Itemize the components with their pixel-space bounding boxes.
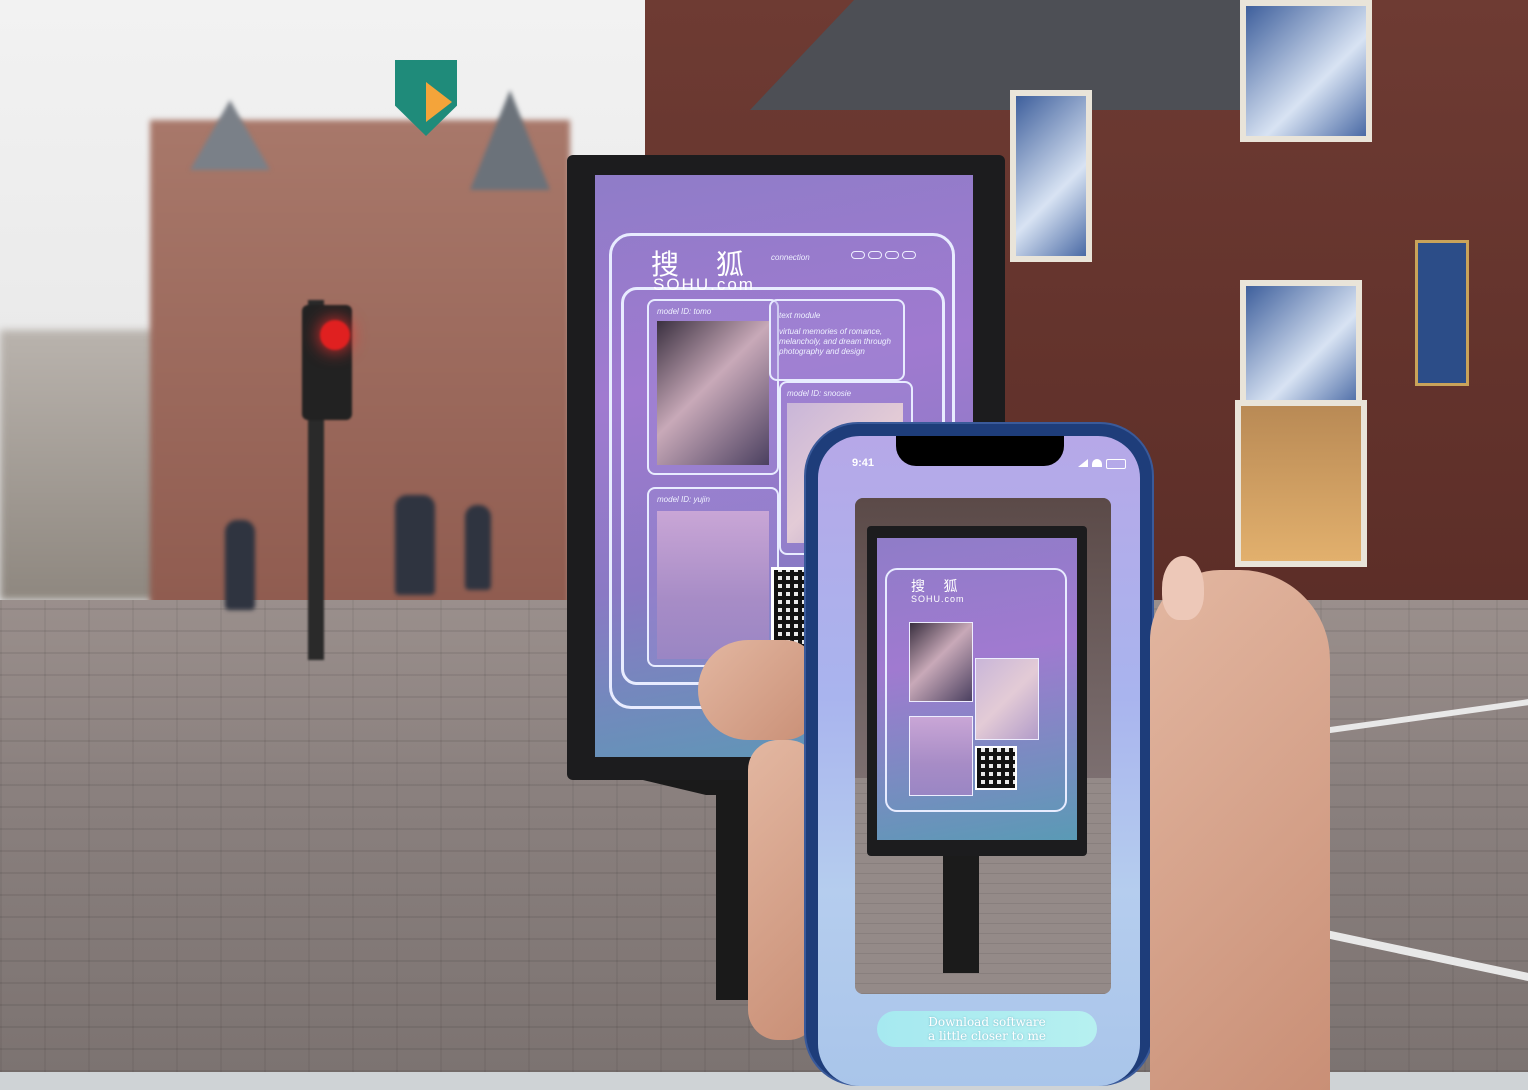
model-label: model ID: yujin (657, 495, 710, 504)
pedestrian (465, 505, 491, 590)
red-light (320, 320, 350, 350)
status-icons (1078, 459, 1126, 469)
text-module-body: virtual memories of romance, melancholy,… (779, 327, 891, 356)
camera-logo-english: SOHU.com (911, 594, 965, 604)
text-module-card: text module virtual memories of romance,… (769, 299, 905, 381)
hanging-sign (1415, 240, 1469, 386)
download-button[interactable]: Download software a little closer to me (877, 1011, 1097, 1047)
window-middle (1010, 90, 1092, 262)
status-time: 9:41 (852, 457, 875, 469)
signal-icon (1078, 459, 1088, 467)
download-line-2: a little closer to me (928, 1029, 1046, 1043)
left-turret (190, 100, 270, 170)
pedestrian (395, 495, 435, 595)
distant-building (0, 330, 170, 600)
right-turret (470, 90, 550, 190)
camera-photo-snoosie (975, 658, 1039, 740)
model-photo (657, 511, 769, 659)
model-label: model ID: tomo (657, 307, 712, 316)
logo-english: SOHU.com (653, 275, 755, 294)
left-building (150, 120, 570, 620)
model-label: model ID: snoosie (787, 389, 852, 398)
camera-photo-yujin (909, 716, 973, 796)
wifi-icon (1092, 459, 1102, 467)
camera-kiosk-leg (943, 848, 979, 973)
connection-label: connection (771, 253, 810, 262)
finger (698, 640, 818, 740)
camera-view: 搜 狐 SOHU.com (855, 498, 1111, 994)
shop-window (1235, 400, 1367, 567)
download-line-1: Download software (928, 1015, 1046, 1029)
battery-icon (1106, 459, 1126, 469)
window-right (1240, 280, 1362, 412)
right-hand (1150, 570, 1330, 1090)
model-card-tomo: model ID: tomo (647, 299, 779, 475)
cyclist (225, 520, 255, 610)
thumbnail (1162, 556, 1204, 620)
model-photo (657, 321, 769, 465)
camera-logo-chinese: 搜 狐 (911, 579, 965, 595)
camera-poster: 搜 狐 SOHU.com (877, 538, 1077, 840)
text-module-label: text module (779, 311, 821, 320)
connection-dots (851, 251, 916, 259)
camera-photo-tomo (909, 622, 973, 702)
window-upper (1240, 0, 1372, 142)
camera-qr-code (975, 746, 1017, 790)
phone-notch (896, 436, 1064, 466)
